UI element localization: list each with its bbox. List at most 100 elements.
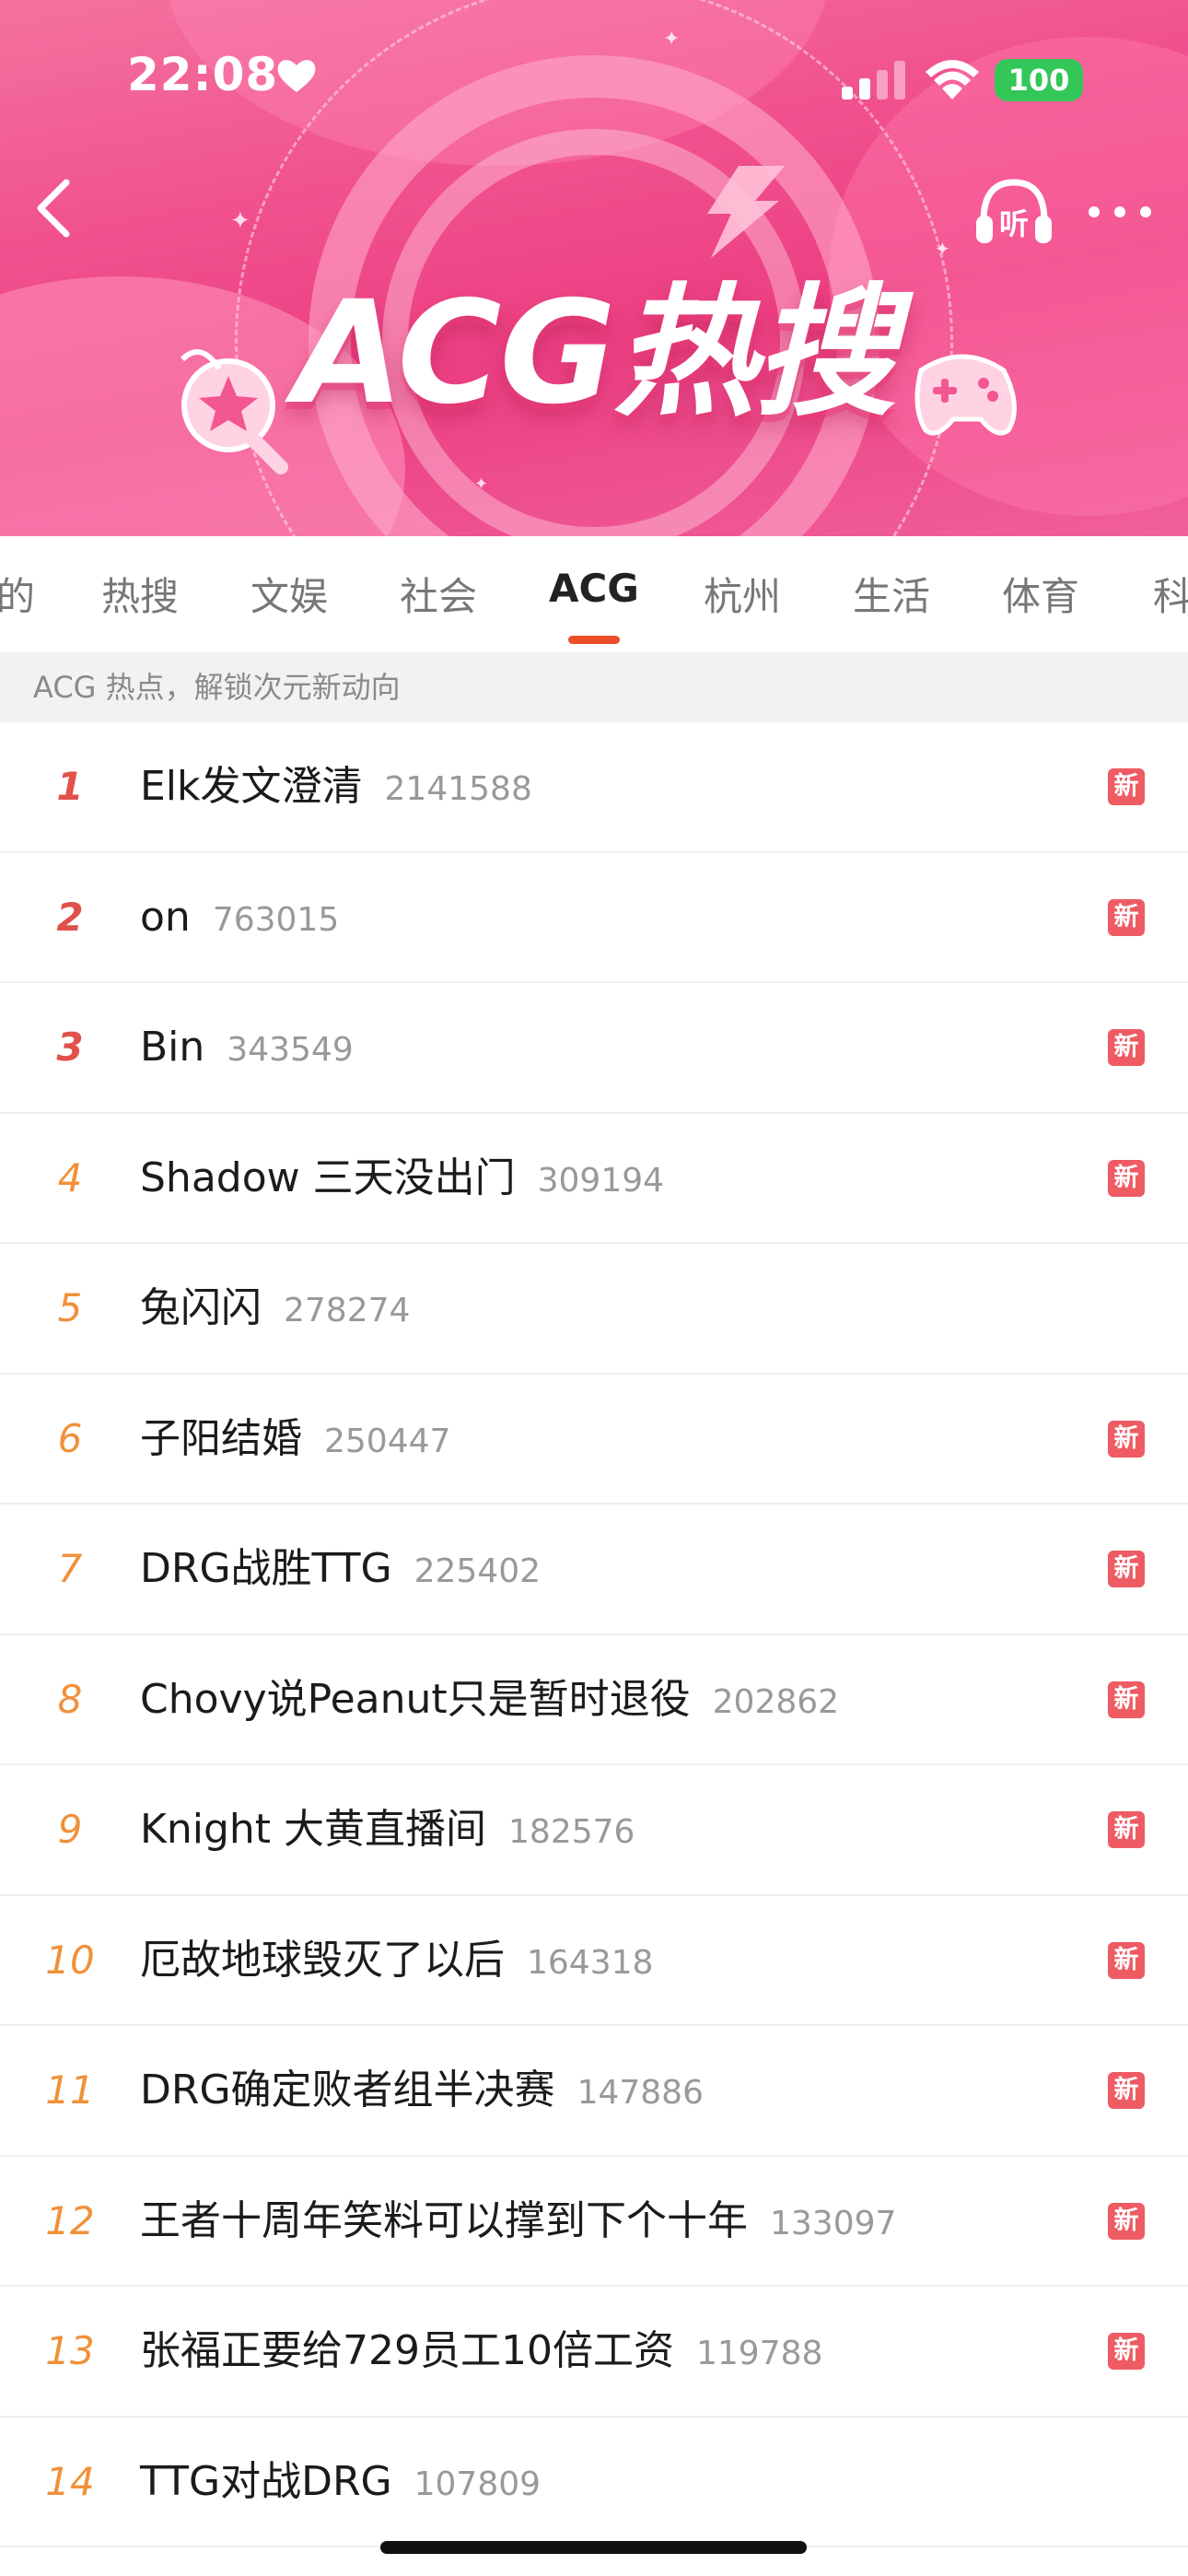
tab-partial-right[interactable]: 科 — [1153, 566, 1188, 622]
rank-number: 7 — [57, 1546, 83, 1591]
new-badge: 新 — [1108, 1159, 1145, 1197]
topic-title: Shadow 三天没出门 — [140, 1153, 516, 1201]
rank-number: 3 — [56, 1025, 84, 1070]
wifi-icon — [926, 60, 979, 100]
rank-number: 2 — [56, 894, 84, 940]
list-item[interactable]: 10 厄故地球毁灭了以后 164318 新 — [0, 1896, 1188, 2026]
topic-title: 兔闪闪 — [140, 1284, 262, 1331]
tab-hangzhou[interactable]: 杭州 — [704, 566, 781, 622]
heat-count: 763015 — [212, 900, 340, 939]
rank-number: 9 — [57, 1807, 83, 1852]
list-item[interactable]: 5 兔闪闪 278274 — [0, 1244, 1188, 1375]
list-item[interactable]: 6 子阳结婚 250447 新 — [0, 1375, 1188, 1505]
page-title: ACG热搜 — [294, 271, 896, 436]
new-badge: 新 — [1108, 1680, 1145, 1718]
tab-acg[interactable]: ACG — [549, 566, 639, 611]
rank-number: 5 — [57, 1285, 83, 1330]
status-time: 22:08 — [127, 48, 279, 101]
topic-title: Elk发文澄清 — [140, 763, 363, 810]
list-item[interactable]: 4 Shadow 三天没出门 309194 新 — [0, 1114, 1188, 1244]
heat-count: 182576 — [508, 1813, 635, 1851]
heat-count: 164318 — [527, 1943, 654, 1982]
listen-label: 听 — [999, 206, 1029, 241]
list-item[interactable]: 8 Chovy说Peanut只是暂时退役 202862 新 — [0, 1635, 1188, 1765]
list-item[interactable]: 1 Elk发文澄清 2141588 新 — [0, 722, 1188, 853]
item-text: DRG战胜TTG 225402 — [140, 1505, 541, 1633]
item-text: 王者十周年笑料可以撑到下个十年 133097 — [140, 2157, 896, 2286]
topic-title: Chovy说Peanut只是暂时退役 — [140, 1675, 691, 1723]
item-text: on 763015 — [140, 853, 339, 982]
topic-title: Knight 大黄直播间 — [140, 1806, 487, 1853]
item-text: Elk发文澄清 2141588 — [140, 722, 532, 851]
back-button[interactable] — [26, 175, 81, 240]
list-item[interactable]: 14 TTG对战DRG 107809 — [0, 2418, 1188, 2547]
topic-title: 子阳结婚 — [140, 1414, 302, 1462]
active-tab-indicator — [568, 636, 620, 644]
signal-icon — [842, 61, 905, 100]
item-text: DRG确定败者组半决赛 147886 — [140, 2026, 704, 2155]
battery-indicator: 100 — [995, 59, 1083, 101]
item-text: Knight 大黄直播间 182576 — [140, 1765, 635, 1894]
item-text: 张福正要给729员工10倍工资 119788 — [140, 2287, 822, 2416]
new-badge: 新 — [1108, 898, 1145, 936]
rank-number: 10 — [45, 1937, 95, 1983]
topic-title: on — [140, 893, 191, 941]
list-item[interactable]: 2 on 763015 新 — [0, 853, 1188, 983]
item-text: Bin 343549 — [140, 983, 354, 1112]
tab-partial-left[interactable]: 的 — [0, 566, 35, 622]
topic-title: Bin — [140, 1024, 205, 1071]
tab-life[interactable]: 生活 — [853, 566, 930, 622]
tab-sports[interactable]: 体育 — [1002, 566, 1079, 622]
heat-count: 309194 — [537, 1161, 665, 1200]
back-icon — [37, 179, 70, 238]
section-subheader: ACG 热点，解锁次元新动向 — [0, 652, 1188, 722]
status-bar: 22:08 100 — [0, 0, 1188, 157]
rank-number: 14 — [45, 2458, 95, 2504]
topic-title: 厄故地球毁灭了以后 — [140, 1936, 505, 1984]
more-icon — [1089, 206, 1151, 217]
tab-society[interactable]: 社会 — [400, 566, 477, 622]
category-tabs: 的 热搜 文娱 社会 ACG 杭州 生活 体育 科 — [0, 536, 1188, 652]
topic-title: DRG战胜TTG — [140, 1545, 392, 1592]
rank-number: 6 — [57, 1415, 83, 1461]
new-badge: 新 — [1108, 1420, 1145, 1458]
list-item[interactable]: 12 王者十周年笑料可以撑到下个十年 133097 新 — [0, 2157, 1188, 2287]
heat-count: 202862 — [712, 1682, 840, 1721]
new-badge: 新 — [1108, 2202, 1145, 2240]
list-item[interactable]: 13 张福正要给729员工10倍工资 119788 新 — [0, 2287, 1188, 2418]
list-item[interactable]: 7 DRG战胜TTG 225402 新 — [0, 1505, 1188, 1635]
more-button[interactable] — [1083, 184, 1157, 240]
new-badge: 新 — [1108, 1551, 1145, 1587]
rank-number: 1 — [56, 764, 84, 809]
item-text: 厄故地球毁灭了以后 164318 — [140, 1896, 653, 2025]
tab-hot-search[interactable]: 热搜 — [101, 566, 179, 622]
heat-count: 133097 — [770, 2204, 897, 2242]
rank-number: 4 — [57, 1154, 83, 1200]
rank-number: 13 — [45, 2328, 95, 2373]
item-text: Chovy说Peanut只是暂时退役 202862 — [140, 1635, 839, 1764]
new-badge: 新 — [1108, 1941, 1145, 1979]
heat-count: 119788 — [695, 2335, 823, 2372]
heat-count: 343549 — [227, 1031, 354, 1069]
list-item[interactable]: 9 Knight 大黄直播间 182576 新 — [0, 1765, 1188, 1896]
item-text: TTG对战DRG 107809 — [140, 2418, 541, 2547]
heart-icon — [277, 60, 316, 92]
new-badge: 新 — [1108, 2333, 1145, 2370]
new-badge: 新 — [1108, 2072, 1145, 2109]
item-text: 子阳结婚 250447 — [140, 1375, 450, 1504]
header-banner: ✦ ✦ ✦ ✦ 22:08 100 听 ACG热搜 — [0, 0, 1188, 536]
sparkle-icon: ✦ — [474, 474, 489, 494]
new-badge: 新 — [1108, 1811, 1145, 1848]
tab-entertainment[interactable]: 文娱 — [250, 566, 328, 622]
item-text: 兔闪闪 278274 — [140, 1244, 410, 1373]
rank-number: 12 — [45, 2197, 95, 2243]
sparkle-icon: ✦ — [230, 207, 250, 235]
heat-count: 225402 — [413, 1552, 542, 1590]
heat-count: 278274 — [284, 1292, 411, 1329]
home-indicator[interactable] — [380, 2541, 807, 2554]
list-item[interactable]: 3 Bin 343549 新 — [0, 983, 1188, 1114]
new-badge: 新 — [1108, 768, 1145, 805]
heat-count: 147886 — [577, 2074, 704, 2112]
heat-count: 107809 — [413, 2465, 542, 2503]
list-item[interactable]: 11 DRG确定败者组半决赛 147886 新 — [0, 2026, 1188, 2157]
